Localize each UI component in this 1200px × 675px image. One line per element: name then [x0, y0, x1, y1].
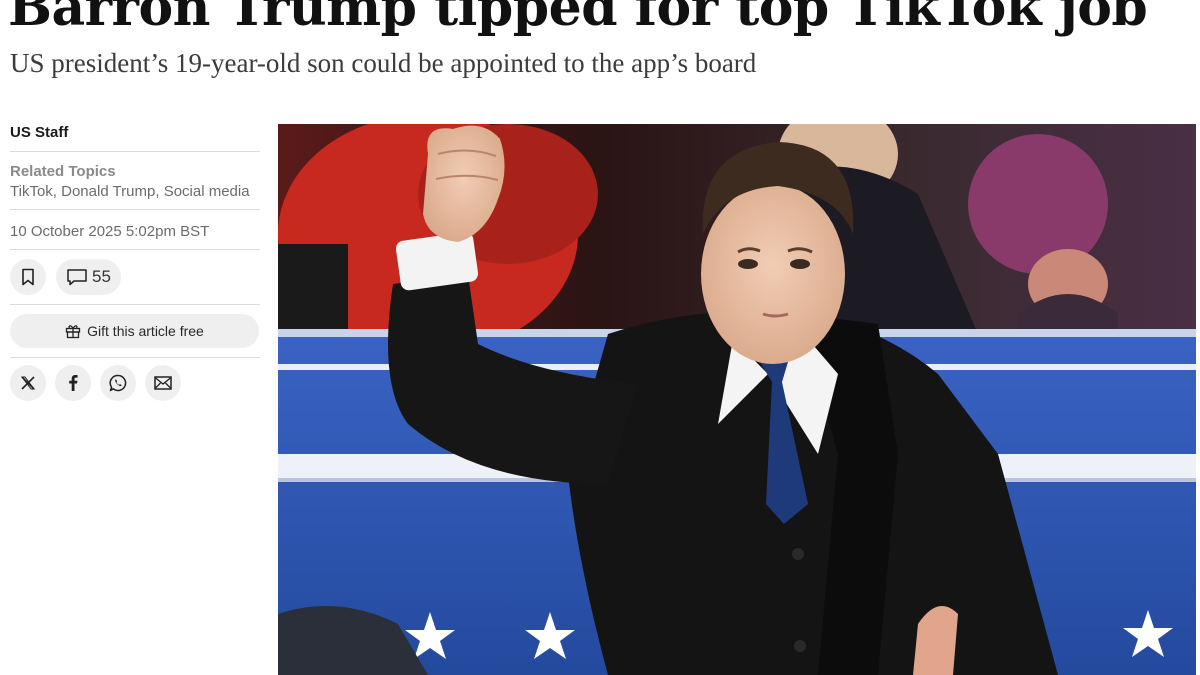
share-whatsapp-button[interactable] [100, 365, 136, 401]
bookmark-icon [22, 268, 34, 286]
article-actions: 55 [10, 259, 260, 304]
share-facebook-button[interactable] [55, 365, 91, 401]
comments-button[interactable]: 55 [56, 259, 121, 295]
related-topics-label: Related Topics [10, 163, 116, 180]
divider [10, 151, 260, 152]
share-x-button[interactable] [10, 365, 46, 401]
author-link[interactable]: US Staff [10, 124, 260, 151]
comment-icon [67, 269, 87, 286]
bookmark-button[interactable] [10, 259, 46, 295]
gift-icon [65, 325, 81, 339]
article-subheadline: US president’s 19-year-old son could be … [10, 48, 757, 78]
barron-trump-photo [278, 124, 1196, 675]
article-sidebar: US Staff Related Topics TikTok, Donald T… [10, 124, 260, 401]
comment-count: 55 [92, 267, 111, 286]
facebook-icon [69, 375, 78, 391]
article-hero-photo [278, 124, 1196, 675]
email-icon [154, 376, 172, 390]
gift-article-label: Gift this article free [87, 323, 204, 339]
divider [10, 249, 260, 250]
divider [10, 209, 260, 210]
divider [10, 304, 260, 305]
share-email-button[interactable] [145, 365, 181, 401]
related-topics-list: TikTok, Donald Trump, Social media [10, 182, 260, 202]
article-headline: Barron Trump tipped for top TikTok job [8, 0, 1148, 38]
topic-link-social-media[interactable]: Social media [164, 183, 250, 200]
x-icon [21, 376, 35, 390]
topic-link-tiktok[interactable]: TikTok [10, 183, 53, 200]
divider [10, 357, 260, 358]
publish-date: 10 October 2025 5:02pm BST [10, 223, 210, 240]
topic-separator: , [155, 183, 164, 200]
topic-separator: , [52, 183, 62, 200]
topic-link-donald-trump[interactable]: Donald Trump [61, 183, 155, 200]
whatsapp-icon [109, 374, 127, 392]
gift-article-button[interactable]: Gift this article free [10, 314, 259, 348]
share-buttons [10, 365, 260, 401]
